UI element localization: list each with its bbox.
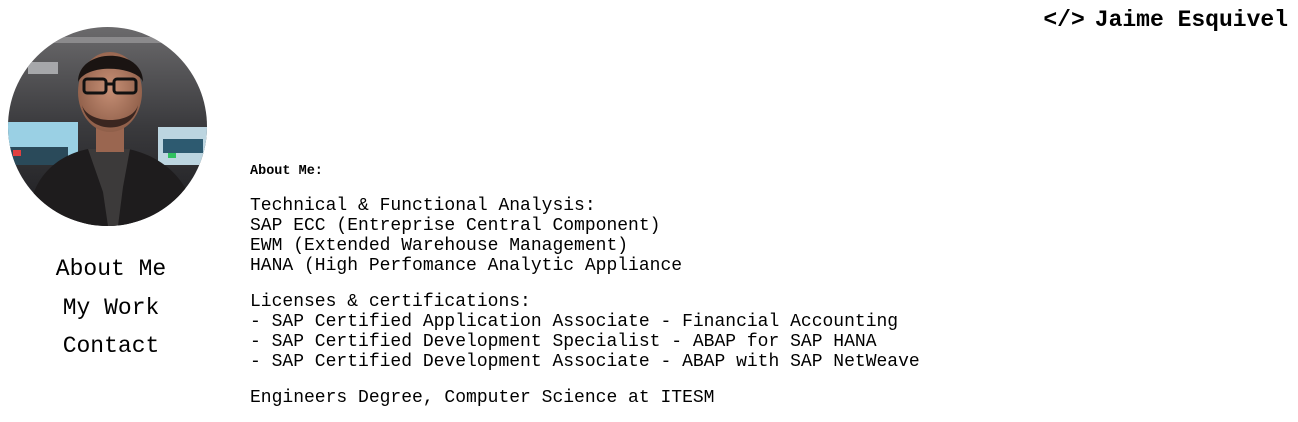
licenses-title: Licenses & certifications:	[250, 292, 531, 312]
profile-photo	[8, 27, 207, 226]
list-item: SAP ECC (Entreprise Central Component)	[250, 216, 661, 236]
site-title: Jaime Esquivel	[1094, 7, 1288, 33]
list-item: - SAP Certified Application Associate - …	[250, 312, 899, 332]
avatar	[8, 27, 207, 226]
education-text: Engineers Degree, Computer Science at IT…	[250, 388, 715, 408]
code-icon: </>	[1043, 7, 1085, 33]
list-item: - SAP Certified Development Associate - …	[250, 352, 920, 372]
main-nav: About Me My Work Contact	[0, 250, 222, 366]
section-heading: About Me:	[250, 164, 323, 179]
nav-about-me[interactable]: About Me	[0, 250, 222, 289]
education-block: Engineers Degree, Computer Science at IT…	[250, 388, 920, 408]
list-item: EWM (Extended Warehouse Management)	[250, 236, 629, 256]
analysis-block: Technical & Functional Analysis: SAP ECC…	[250, 196, 920, 276]
nav-my-work[interactable]: My Work	[0, 289, 222, 328]
about-section: About Me: Technical & Functional Analysi…	[250, 163, 920, 422]
analysis-title: Technical & Functional Analysis:	[250, 196, 596, 216]
list-item: - SAP Certified Development Specialist -…	[250, 332, 877, 352]
licenses-block: Licenses & certifications: - SAP Certifi…	[250, 292, 920, 372]
nav-contact[interactable]: Contact	[0, 327, 222, 366]
site-header: </> Jaime Esquivel	[1043, 6, 1288, 34]
list-item: HANA (High Perfomance Analytic Appliance	[250, 256, 683, 276]
